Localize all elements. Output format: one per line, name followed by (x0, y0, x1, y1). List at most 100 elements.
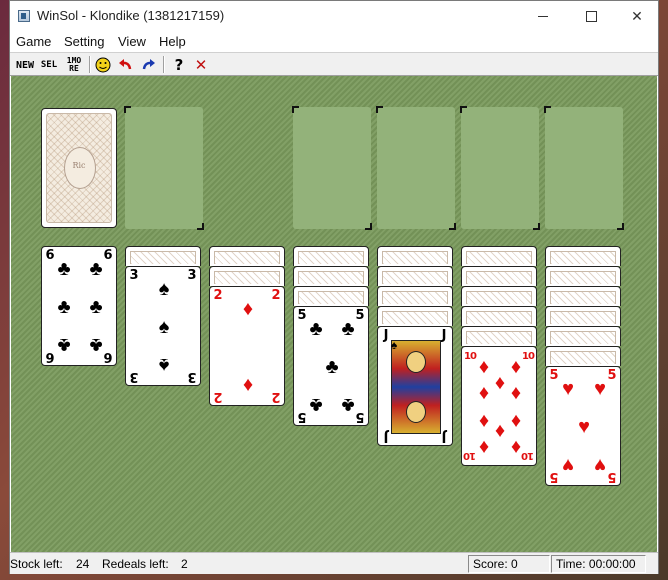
card-pip: ♣ (341, 394, 355, 416)
tableau-card-5[interactable]: J J J J ♠ (377, 326, 453, 446)
window-title: WinSol - Klondike (1381217159) (37, 8, 225, 23)
tableau-card-3[interactable]: 2 2 2 2 ♦ ♦ (209, 286, 285, 406)
face-down-card (377, 286, 453, 306)
card-rank: 3 (187, 369, 197, 384)
card-rank: 3 (187, 268, 197, 283)
tableau-card-6[interactable]: 10 10 10 10 ♦ ♦ ♦ ♦ ♦ ♦ ♦ ♦ ♦ ♦ (461, 346, 537, 466)
smiley-icon (95, 57, 111, 73)
jack-head (406, 351, 426, 373)
close-button[interactable]: ✕ (614, 1, 660, 32)
menu-view[interactable]: View (118, 34, 146, 49)
help-icon: ? (174, 56, 184, 74)
face-down-card (545, 266, 621, 286)
help-button[interactable]: ? (168, 55, 190, 75)
tableau-card-1[interactable]: 6 6 6 6 ♣ ♣ ♣ ♣ ♣ ♣ (41, 246, 117, 366)
card-pip: ♥ (594, 378, 606, 400)
face-down-card (377, 246, 453, 266)
card-pip: ♣ (325, 356, 339, 378)
select-game-button[interactable]: SEL (38, 55, 60, 75)
menu-game[interactable]: Game (16, 34, 51, 49)
toolbar-separator (89, 56, 91, 73)
face-down-card (461, 246, 537, 266)
card-rank: 2 (213, 288, 223, 303)
card-pip: ♦ (242, 298, 254, 320)
card-index: 3 (128, 268, 140, 283)
card-pip: ♣ (341, 318, 355, 340)
face-down-card (377, 306, 453, 326)
card-rank: J (441, 429, 447, 444)
stock-left-value: 24 (76, 557, 90, 571)
redo-button[interactable] (138, 55, 160, 75)
card-rank: 3 (129, 369, 139, 384)
redeals-left-value: 2 (181, 557, 188, 571)
redeals-left-label: Redeals left: (102, 557, 169, 571)
card-pip: ♦ (510, 382, 522, 404)
undo-button[interactable] (114, 55, 136, 75)
face-down-card (545, 326, 621, 346)
tableau-card-7[interactable]: 5 5 5 5 ♥ ♥ ♥ ♥ ♥ (545, 366, 621, 486)
foundation-3[interactable] (460, 106, 540, 230)
smiley-button[interactable] (92, 55, 114, 75)
menu-help[interactable]: Help (159, 34, 186, 49)
tableau-card-2[interactable]: 3 3 3 3 ♠ ♠ ♠ (125, 266, 201, 386)
card-pip: ♣ (309, 318, 323, 340)
card-index: 2 (212, 389, 224, 404)
foundation-2[interactable] (376, 106, 456, 230)
card-rank: 2 (271, 288, 281, 303)
card-pip: ♥ (562, 454, 574, 476)
face-down-card (545, 286, 621, 306)
jack-head (406, 401, 426, 423)
card-pip: ♣ (57, 334, 71, 356)
card-index: 2 (270, 389, 282, 404)
card-rank: J (441, 328, 447, 343)
face-down-card (377, 266, 453, 286)
timer-display: Time: 00:00:00 (551, 555, 646, 573)
face-down-card (209, 266, 285, 286)
card-rank: 2 (213, 389, 223, 404)
card-pip: ♥ (578, 416, 590, 438)
card-pip: ♣ (309, 394, 323, 416)
one-more-label: 1MO RE (66, 56, 82, 73)
app-window: WinSol - Klondike (1381217159) ✕ Game Se… (9, 0, 659, 574)
card-index: 3 (186, 268, 198, 283)
minimize-button[interactable] (520, 1, 566, 32)
card-pip: ♠ (158, 278, 170, 300)
card-pip: ♠ (158, 354, 170, 376)
maximize-icon (585, 11, 597, 22)
menu-setting[interactable]: Setting (64, 34, 104, 49)
card-pip: ♦ (510, 436, 522, 458)
stock-pile[interactable]: Ric (41, 108, 117, 228)
exit-button[interactable]: ✕ (190, 55, 212, 75)
face-down-card (125, 246, 201, 266)
new-game-label: NEW (15, 59, 35, 71)
minimize-icon (538, 16, 548, 17)
foundation-4[interactable] (544, 106, 624, 230)
toolbar: NEW SEL 1MO RE ? ✕ (10, 52, 658, 76)
foundation-1[interactable] (292, 106, 372, 230)
new-game-button[interactable]: NEW (14, 55, 36, 75)
card-pip: ♦ (242, 374, 254, 396)
card-rank: 3 (129, 268, 139, 283)
menu-bar: Game Setting View Help (10, 32, 658, 52)
card-pip: ♣ (57, 258, 71, 280)
card-pip: ♣ (57, 296, 71, 318)
card-index: 3 (128, 369, 140, 384)
waste-pile[interactable] (124, 106, 204, 230)
face-down-card (545, 306, 621, 326)
card-rank: J (383, 429, 389, 444)
face-down-card (461, 326, 537, 346)
card-pip: ♦ (478, 436, 490, 458)
one-more-redeal-button[interactable]: 1MO RE (62, 55, 86, 75)
tableau-card-4[interactable]: 5 5 5 5 ♣ ♣ ♣ ♣ ♣ (293, 306, 369, 426)
face-down-card (461, 286, 537, 306)
card-pip: ♣ (89, 296, 103, 318)
maximize-button[interactable] (568, 1, 614, 32)
face-down-card (461, 306, 537, 326)
face-down-card (293, 246, 369, 266)
card-back-logo: Ric (72, 161, 86, 170)
face-down-card (209, 246, 285, 266)
title-bar[interactable]: WinSol - Klondike (1381217159) ✕ (10, 1, 658, 32)
status-bar: Stock left: 24 Redeals left: 2 Score: 0 … (10, 552, 658, 574)
close-icon: ✕ (631, 8, 643, 24)
card-pip: ♣ (89, 334, 103, 356)
